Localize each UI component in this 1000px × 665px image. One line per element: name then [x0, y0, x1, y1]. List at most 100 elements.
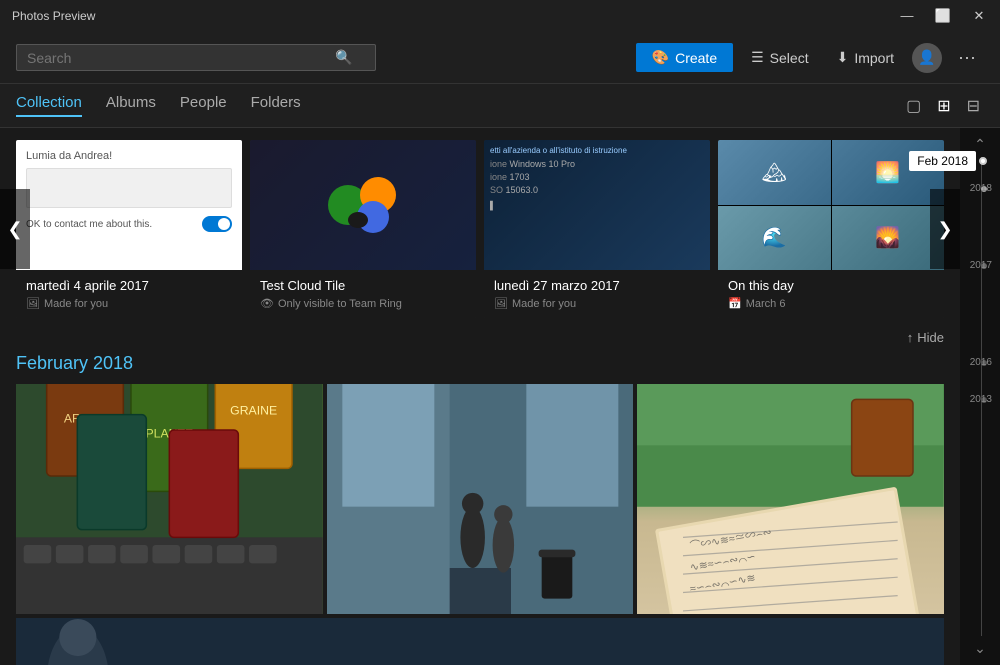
create-button[interactable]: 🎨 Create — [636, 43, 733, 72]
select-label: Select — [770, 50, 809, 66]
card1-image: Lumia da Andrea! OK to contact me about … — [16, 140, 242, 270]
photo-grid: ARBRE PLANTE GRAINE — [16, 384, 944, 614]
search-input[interactable] — [27, 50, 327, 66]
section-header-february-2018: February 2018 — [16, 353, 944, 374]
card3-title: lunedì 27 marzo 2017 — [494, 278, 700, 293]
avatar[interactable]: 👤 — [912, 43, 942, 73]
close-button[interactable]: ✕ — [970, 8, 988, 24]
select-button[interactable]: ☰ Select — [741, 43, 818, 72]
tab-folders[interactable]: Folders — [251, 94, 301, 117]
create-icon: 🎨 — [652, 49, 669, 66]
card4-subtitle-icon: 📅 — [728, 297, 742, 310]
timeline-label-2016[interactable]: 2016 — [966, 355, 996, 370]
timeline-down-arrow[interactable]: ⌄ — [970, 636, 990, 661]
timeline-track: Feb 2018 2018 2017 2016 — [960, 157, 1000, 636]
card3-subtitle-icon: 🖼 — [494, 297, 508, 310]
timeline-active-dot[interactable] — [979, 157, 987, 165]
nav-tabs: Collection Albums People Folders ▢ ⊞ ⊟ — [0, 84, 1000, 128]
view-single-icon[interactable]: ▢ — [902, 92, 925, 120]
select-icon: ☰ — [751, 49, 764, 66]
card4-img-1: 🏔 — [718, 140, 831, 205]
card3-row-2: ione 1703 — [490, 172, 704, 182]
more-button[interactable]: ··· — [950, 43, 984, 72]
carousel-card-2[interactable]: Test Cloud Tile 👁 Only visible to Team R… — [250, 140, 476, 318]
cloud-tile-graphic — [323, 165, 403, 245]
timeline: ⌃ Feb 2018 2018 2017 — [960, 128, 1000, 665]
search-icon[interactable]: 🔍 — [335, 49, 352, 66]
photo-cell-3[interactable]: ⌒∽∿≋≈≃∽⌢∾ ∿≋≈∽⌢∾⌒∽ ≈∽⌢∾⌒∽∿≋ — [637, 384, 944, 614]
carousel-card-1[interactable]: Lumia da Andrea! OK to contact me about … — [16, 140, 242, 318]
card3-header: etti all'azienda o all'istituto di istru… — [490, 146, 704, 155]
hide-arrow-icon: ↑ — [907, 330, 914, 345]
window-controls: — ⬜ ✕ — [898, 8, 988, 24]
import-label: Import — [854, 50, 894, 66]
card3-info: lunedì 27 marzo 2017 🖼 Made for you — [484, 270, 710, 318]
card1-title: martedì 4 aprile 2017 — [26, 278, 232, 293]
photo-interior — [327, 384, 634, 614]
card1-subtitle-icon: 🖼 — [26, 297, 40, 310]
card1-subtitle: 🖼 Made for you — [26, 297, 232, 310]
card2-subtitle: 👁 Only visible to Team Ring — [260, 297, 466, 310]
timeline-label-2013[interactable]: 2013 — [966, 392, 996, 407]
card3-subtitle-text: Made for you — [512, 298, 576, 310]
photo-seed-packets: ARBRE PLANTE GRAINE — [16, 384, 323, 614]
hide-label: Hide — [917, 330, 944, 345]
card1-toggle-row: OK to contact me about this. — [26, 216, 232, 232]
app-title: Photos Preview — [12, 9, 95, 23]
toggle-pill[interactable] — [202, 216, 232, 232]
card2-info: Test Cloud Tile 👁 Only visible to Team R… — [250, 270, 476, 318]
card2-subtitle-icon: 👁 — [260, 297, 274, 310]
carousel-next-button[interactable]: ❯ — [930, 189, 960, 269]
carousel-cards: Lumia da Andrea! OK to contact me about … — [16, 140, 944, 318]
photo-cell-1[interactable]: ARBRE PLANTE GRAINE — [16, 384, 323, 614]
main-content: ❮ Lumia da Andrea! OK to contact me abou… — [0, 128, 1000, 665]
tabs-left: Collection Albums People Folders — [16, 94, 301, 117]
photo-bottom-image — [16, 618, 944, 665]
topbar: 🔍 🎨 Create ☰ Select ⬇ Import 👤 ··· — [0, 32, 1000, 84]
svg-text:GRAINE: GRAINE — [230, 404, 277, 418]
card4-img-3: 🌊 — [718, 206, 831, 271]
card1-form-title: Lumia da Andrea! — [26, 150, 232, 162]
timeline-tooltip: Feb 2018 — [909, 151, 976, 171]
photo-notebook: ⌒∽∿≋≈≃∽⌢∾ ∿≋≈∽⌢∾⌒∽ ≈∽⌢∾⌒∽∿≋ — [637, 384, 944, 614]
import-button[interactable]: ⬇ Import — [827, 43, 904, 72]
view-large-grid-icon[interactable]: ⊟ — [963, 92, 984, 120]
search-box[interactable]: 🔍 — [16, 44, 376, 71]
card1-toggle-label: OK to contact me about this. — [26, 219, 152, 230]
card1-subtitle-text: Made for you — [44, 298, 108, 310]
tab-collection[interactable]: Collection — [16, 94, 82, 117]
scroll-area[interactable]: ❮ Lumia da Andrea! OK to contact me abou… — [0, 128, 960, 665]
card4-img-4: 🌄 — [832, 206, 945, 271]
card4-subtitle-text: March 6 — [746, 298, 786, 310]
card3-image: etti all'azienda o all'istituto di istru… — [484, 140, 710, 270]
maximize-button[interactable]: ⬜ — [934, 8, 952, 24]
minimize-button[interactable]: — — [898, 8, 916, 24]
tab-albums[interactable]: Albums — [106, 94, 156, 117]
hide-bar: ↑ Hide — [16, 326, 944, 349]
card4-info: On this day 📅 March 6 — [718, 270, 944, 318]
toggle-knob — [218, 218, 230, 230]
card3-row-1: ione Windows 10 Pro — [490, 159, 704, 169]
tab-people[interactable]: People — [180, 94, 227, 117]
card4-subtitle: 📅 March 6 — [728, 297, 934, 310]
card2-title: Test Cloud Tile — [260, 278, 466, 293]
view-grid-icon[interactable]: ⊞ — [933, 92, 954, 120]
card3-cursor: ▌ — [490, 201, 704, 210]
photo-cell-2[interactable] — [327, 384, 634, 614]
timeline-label-2017[interactable]: 2017 — [966, 258, 996, 273]
card2-subtitle-text: Only visible to Team Ring — [278, 298, 402, 310]
card4-title: On this day — [728, 278, 934, 293]
carousel-prev-button[interactable]: ❮ — [0, 189, 30, 269]
titlebar: Photos Preview — ⬜ ✕ — [0, 0, 1000, 32]
topbar-actions: 🎨 Create ☰ Select ⬇ Import 👤 ··· — [636, 43, 984, 73]
view-options: ▢ ⊞ ⊟ — [902, 92, 984, 120]
create-label: Create — [675, 50, 717, 66]
carousel-card-3[interactable]: etti all'azienda o all'istituto di istru… — [484, 140, 710, 318]
card1-info: martedì 4 aprile 2017 🖼 Made for you — [16, 270, 242, 318]
photo-bottom-partial[interactable] — [16, 618, 944, 665]
section-february-2018: February 2018 — [16, 353, 944, 665]
card3-row-3: SO 15063.0 — [490, 185, 704, 195]
timeline-label-2018[interactable]: 2018 — [966, 181, 996, 196]
hide-button[interactable]: ↑ Hide — [907, 330, 944, 345]
card4-img-2: 🌅 — [832, 140, 945, 205]
